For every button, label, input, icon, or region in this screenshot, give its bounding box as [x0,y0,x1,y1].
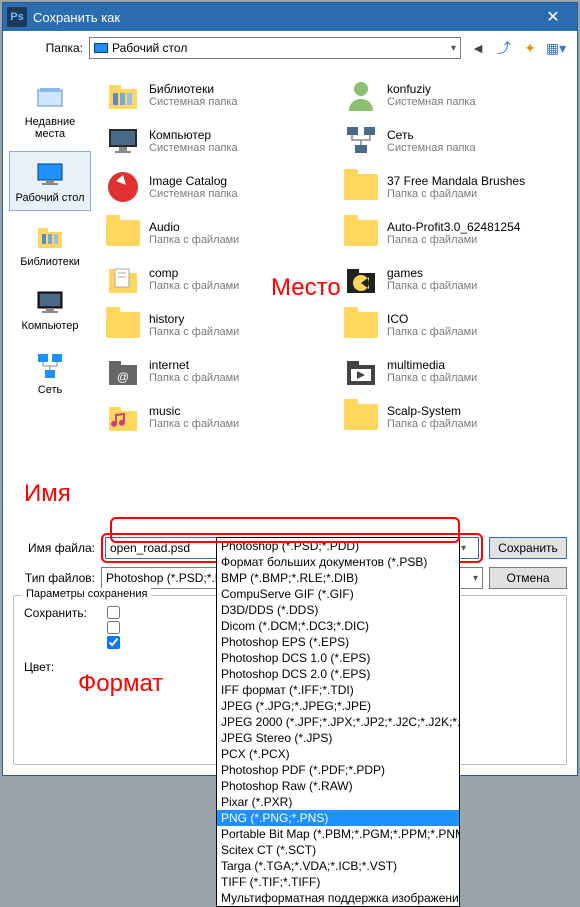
chevron-down-icon: ▾ [451,43,456,54]
format-option[interactable]: JPEG Stereo (*.JPS) [217,730,459,746]
filetype-dropdown[interactable]: Photoshop (*.PSD;*.PDD)Формат больших до… [216,537,460,907]
checkbox[interactable] [107,636,120,649]
format-option[interactable]: Photoshop (*.PSD;*.PDD) [217,538,459,554]
sidebar-item-desktop[interactable]: Рабочий стол [9,151,91,211]
net-icon [341,121,381,161]
user-icon [341,75,381,115]
format-option[interactable]: IFF формат (*.IFF;*.TDI) [217,682,459,698]
file-item[interactable]: historyПапка с файлами [101,303,335,347]
folder-icon [341,167,381,207]
network-icon [34,350,66,382]
folder-icon [103,213,143,253]
save-button[interactable]: Сохранить [489,537,567,559]
folder-icon [103,305,143,345]
format-option[interactable]: Photoshop PDF (*.PDF;*.PDP) [217,762,459,778]
file-item[interactable]: @internetПапка с файлами [101,349,335,393]
titlebar: Ps Сохранить как ✕ [3,3,577,31]
file-item[interactable]: compПапка с файлами [101,257,335,301]
new-folder-icon[interactable]: ✦ [519,37,541,59]
format-option[interactable]: Portable Bit Map (*.PBM;*.PGM;*.PPM;*.PN… [217,826,459,842]
format-option[interactable]: Pixar (*.PXR) [217,794,459,810]
folder-at-icon: @ [103,351,143,391]
folder-row: Папка: Рабочий стол ▾ ◄ ⤴ ✦ ▦▾ [3,31,577,65]
chevron-down-icon: ▾ [473,573,478,584]
file-item[interactable]: musicПапка с файлами [101,395,335,439]
format-option[interactable]: Photoshop Raw (*.RAW) [217,778,459,794]
format-option[interactable]: Scitex CT (*.SCT) [217,842,459,858]
checkbox[interactable] [107,606,120,619]
desktop-icon [34,158,66,190]
format-option[interactable]: Формат больших документов (*.PSB) [217,554,459,570]
places-sidebar: Недавние местаРабочий столБиблиотекиКомп… [3,65,97,529]
folder-icon [341,213,381,253]
view-icon[interactable]: ▦▾ [545,37,567,59]
color-label: Цвет: [24,660,87,674]
format-option[interactable]: JPEG 2000 (*.JPF;*.JPX;*.JP2;*.J2C;*.J2K… [217,714,459,730]
folder-value: Рабочий стол [112,41,451,55]
sidebar-item-libraries[interactable]: Библиотеки [9,215,91,275]
lib-icon [103,75,143,115]
filename-label: Имя файла: [13,541,95,555]
dialog-title: Сохранить как [33,10,533,25]
file-item[interactable]: Scalp-SystemПапка с файлами [339,395,573,439]
file-item[interactable]: AudioПапка с файлами [101,211,335,255]
format-option[interactable]: Photoshop DCS 2.0 (*.EPS) [217,666,459,682]
file-item[interactable]: multimediaПапка с файлами [339,349,573,393]
pc-icon [103,121,143,161]
file-item[interactable]: ICOПапка с файлами [339,303,573,347]
filetype-label: Тип файлов: [13,571,95,585]
format-option[interactable]: D3D/DDS (*.DDS) [217,602,459,618]
save-label: Сохранить: [24,606,87,620]
folder-music-icon [103,397,143,437]
appred-icon [103,167,143,207]
close-icon[interactable]: ✕ [533,3,573,31]
format-option[interactable]: Photoshop EPS (*.EPS) [217,634,459,650]
format-option[interactable]: Photoshop DCS 1.0 (*.EPS) [217,650,459,666]
chevron-down-icon[interactable]: ▾ [461,543,466,554]
format-option[interactable]: PCX (*.PCX) [217,746,459,762]
options-title: Параметры сохранения [22,588,151,600]
format-option[interactable]: PNG (*.PNG;*.PNS) [217,810,459,826]
up-icon[interactable]: ⤴ [493,37,515,59]
file-item[interactable]: gamesПапка с файлами [339,257,573,301]
format-option[interactable]: JPEG (*.JPG;*.JPEG;*.JPE) [217,698,459,714]
desktop-icon [94,43,108,53]
folder-select[interactable]: Рабочий стол ▾ [89,37,461,59]
format-option[interactable]: Targa (*.TGA;*.VDA;*.ICB;*.VST) [217,858,459,874]
file-item[interactable]: Auto-Profit3.0_62481254Папка с файлами [339,211,573,255]
file-item[interactable]: Image CatalogСистемная папка [101,165,335,209]
svg-text:@: @ [117,370,129,384]
folder-docs-icon [103,259,143,299]
folder-pac-icon [341,259,381,299]
photoshop-icon: Ps [7,7,27,27]
back-icon[interactable]: ◄ [467,37,489,59]
file-item[interactable]: 37 Free Mandala BrushesПапка с файлами [339,165,573,209]
file-item[interactable]: КомпьютерСистемная папка [101,119,335,163]
checkbox[interactable] [107,621,120,634]
file-item[interactable]: konfuziyСистемная папка [339,73,573,117]
folder-label: Папка: [13,41,83,55]
file-list[interactable]: БиблиотекиСистемная папкаkonfuziyСистемн… [97,65,577,529]
format-option[interactable]: Мультиформатная поддержка изображений (*… [217,890,459,906]
format-option[interactable]: TIFF (*.TIF;*.TIFF) [217,874,459,890]
format-option[interactable]: BMP (*.BMP;*.RLE;*.DIB) [217,570,459,586]
format-option[interactable]: Dicom (*.DCM;*.DC3;*.DIC) [217,618,459,634]
libraries-icon [34,222,66,254]
sidebar-item-recent[interactable]: Недавние места [9,75,91,147]
folder-icon [341,397,381,437]
recent-icon [34,82,66,114]
cancel-button[interactable]: Отмена [489,567,567,589]
folder-icon [341,305,381,345]
format-option[interactable]: CompuServe GIF (*.GIF) [217,586,459,602]
folder-media-icon [341,351,381,391]
sidebar-item-computer[interactable]: Компьютер [9,279,91,339]
file-item[interactable]: СетьСистемная папка [339,119,573,163]
sidebar-item-network[interactable]: Сеть [9,343,91,403]
file-item[interactable]: БиблиотекиСистемная папка [101,73,335,117]
computer-icon [34,286,66,318]
